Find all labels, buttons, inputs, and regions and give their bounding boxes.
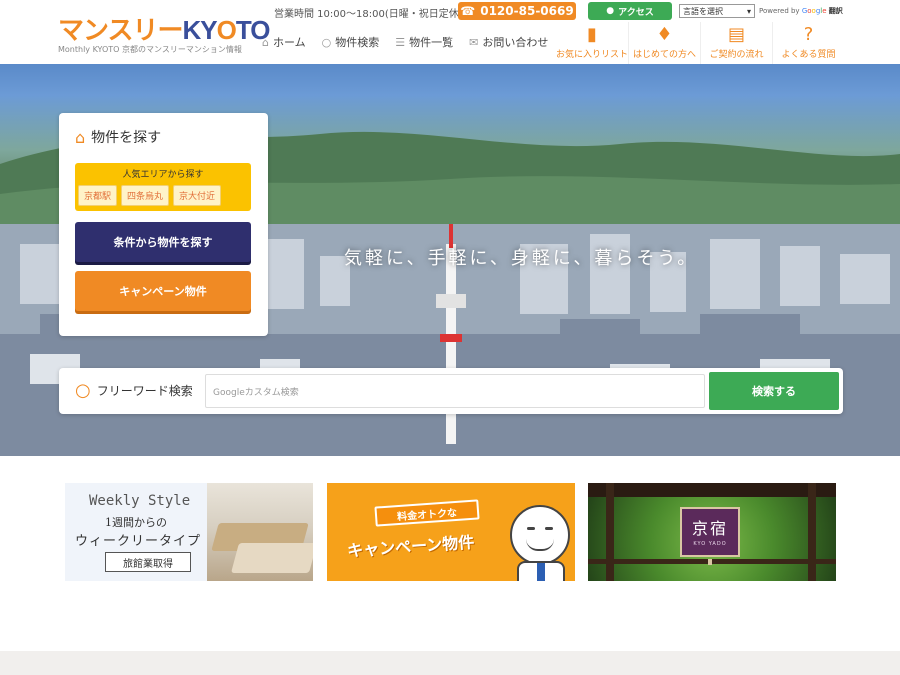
sign-tassel — [708, 559, 712, 565]
campaign-property-button[interactable]: キャンペーン物件 — [75, 271, 251, 311]
kyoyado-banner[interactable]: 京宿 KYO YADO — [588, 483, 836, 581]
nav-beginners[interactable]: ♦ はじめての方へ — [628, 22, 700, 64]
nav-property-list[interactable]: ☰ 物件一覧 — [395, 34, 453, 50]
mascot-tie-illustration — [537, 563, 545, 581]
weekly-style-type: ウィークリータイプ — [75, 534, 202, 549]
campaign-banner-title: キャンペーン物件 — [346, 532, 475, 561]
mail-icon: ✉ — [469, 35, 479, 49]
bed-image — [230, 543, 313, 573]
google-translate-credit: Powered by Google 翻訳 — [759, 7, 843, 15]
wooden-rail — [588, 559, 836, 564]
list-icon: ☰ — [395, 35, 406, 49]
nav-favorites[interactable]: ▮ お気に入りリスト — [556, 22, 628, 64]
area-chip-kyoto-station[interactable]: 京都駅 — [78, 185, 118, 206]
area-chip-shijo-karasuma[interactable]: 四条烏丸 — [121, 185, 170, 206]
campaign-banner[interactable]: 料金オトクな キャンペーン物件 — [327, 483, 575, 581]
weekly-style-banner[interactable]: Weekly Style 1週間からの ウィークリータイプ 旅館業取得 — [65, 483, 313, 581]
nav-property-search[interactable]: ○ 物件検索 — [322, 34, 380, 50]
freeword-search-button[interactable]: 検索する — [709, 372, 839, 410]
ryokan-license-tag: 旅館業取得 — [105, 552, 191, 572]
nav-faq[interactable]: ? よくある質問 — [772, 22, 844, 64]
kyoyado-kanji: 京宿 — [691, 519, 728, 538]
wooden-post — [808, 483, 816, 581]
nav-contract-flow[interactable]: ▤ ご契約の流れ — [700, 22, 772, 64]
footer-strip — [0, 651, 900, 675]
weekly-style-subtitle: 1週間からの — [105, 516, 167, 529]
chevron-down-icon: ▾ — [746, 6, 751, 16]
search-card-title: ⌂ 物件を探す — [75, 127, 162, 147]
freeword-label: ○ フリーワード検索 — [75, 380, 193, 401]
home-icon: ⌂ — [75, 127, 86, 147]
popular-area-box: 人気エリアから探す 京都駅 四条烏丸 京大付近 — [75, 163, 251, 211]
site-logo[interactable]: マンスリーKYOTO — [58, 10, 270, 47]
search-icon: ○ — [321, 35, 332, 49]
weekly-style-title: Weekly Style — [89, 493, 191, 509]
mascot-face-illustration — [510, 505, 570, 565]
business-hours: 営業時間 10:00〜18:00(日曜・祝日定休) — [274, 9, 463, 20]
question-icon: ? — [803, 24, 814, 45]
google-logo: Google — [801, 7, 827, 15]
access-button[interactable]: ● アクセス — [588, 2, 672, 20]
campaign-ribbon: 料金オトクな — [374, 499, 480, 527]
phone-button[interactable]: ☎ 0120-85-0669 — [458, 2, 576, 20]
home-icon: ⌂ — [262, 35, 269, 49]
kyoyado-sign: 京宿 KYO YADO — [680, 507, 740, 565]
nav-home[interactable]: ⌂ ホーム — [262, 34, 306, 50]
beginner-mark-icon: ♦ — [656, 24, 673, 45]
site-header: マンスリーKYOTO Monthly KYOTO 京都のマンスリーマンション情報… — [0, 0, 900, 64]
main-nav: ⌂ ホーム ○ 物件検索 ☰ 物件一覧 ✉ お問い合わせ — [262, 34, 548, 50]
area-chips: 京都駅 四条烏丸 京大付近 — [78, 185, 222, 206]
phone-icon: ☎ — [460, 4, 476, 18]
freeword-search-input[interactable]: Googleカスタム検索 — [205, 374, 705, 408]
wooden-post — [606, 483, 614, 581]
kyoyado-roman: KYO YADO — [693, 541, 727, 547]
sub-nav: ▮ お気に入りリスト ♦ はじめての方へ ▤ ご契約の流れ ? よくある質問 — [556, 22, 844, 64]
logo-tagline: Monthly KYOTO 京都のマンスリーマンション情報 — [58, 45, 242, 54]
property-search-card: ⌂ 物件を探す 人気エリアから探す 京都駅 四条烏丸 京大付近 条件から物件を探… — [59, 113, 268, 336]
bookmark-icon: ▮ — [587, 24, 597, 45]
hero-catchphrase: 気軽に、手軽に、身軽に、暮らそう。 — [344, 248, 699, 269]
wooden-beam — [588, 483, 836, 497]
popular-area-heading: 人気エリアから探す — [122, 170, 204, 180]
map-pin-icon: ● — [606, 6, 615, 16]
area-chip-kyodai[interactable]: 京大付近 — [173, 185, 222, 206]
clipboard-icon: ▤ — [727, 24, 745, 45]
search-by-condition-button[interactable]: 条件から物件を探す — [75, 222, 251, 262]
nav-contact[interactable]: ✉ お問い合わせ — [469, 34, 548, 50]
search-icon: ○ — [75, 380, 91, 401]
language-select[interactable]: 言語を選択 ▾ — [679, 4, 755, 18]
freeword-search-bar: ○ フリーワード検索 Googleカスタム検索 検索する — [59, 368, 843, 414]
